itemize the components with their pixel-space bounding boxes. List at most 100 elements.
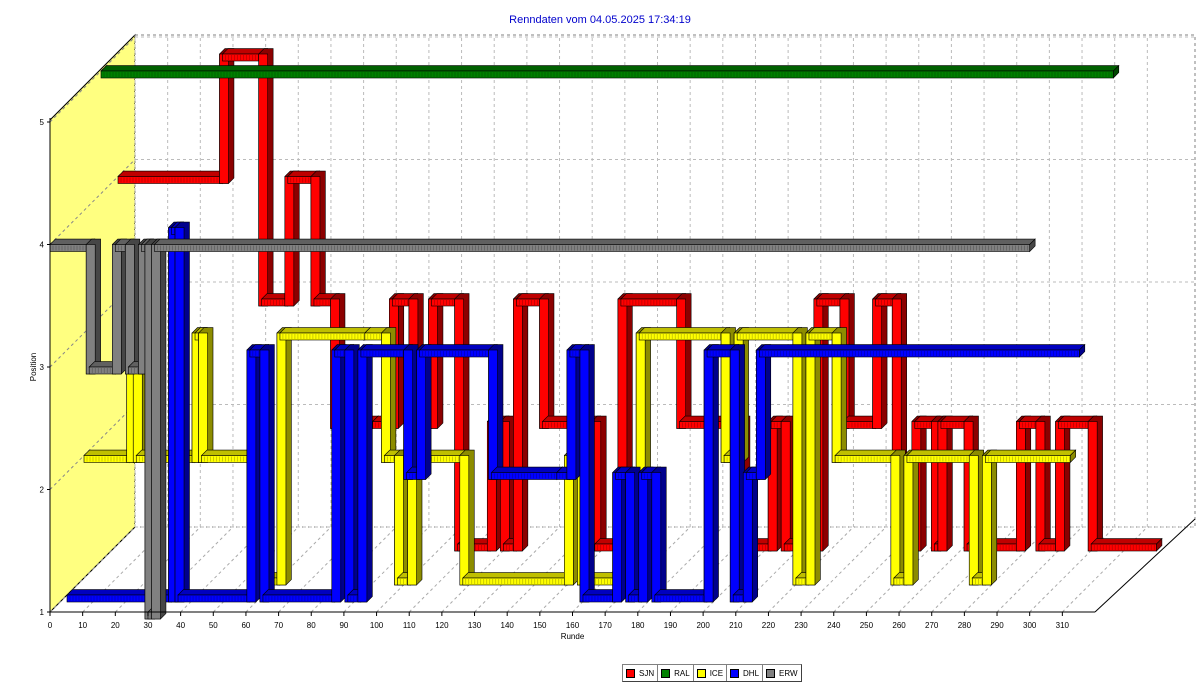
step-segment-top: [638, 327, 731, 334]
step-segment-top: [620, 293, 686, 300]
step-riser: [459, 455, 470, 586]
step-segment: [88, 366, 116, 375]
step-segment-top: [177, 589, 257, 596]
step-riser: [703, 349, 714, 603]
legend-item-ral: RAL: [658, 665, 694, 681]
step-segment-top: [279, 327, 372, 334]
step-segment: [906, 455, 973, 463]
legend-swatch: [626, 668, 635, 678]
step-segment: [100, 70, 1114, 79]
x-tick-label: 280: [958, 621, 972, 630]
step-riser: [937, 421, 948, 552]
step-segment-top: [906, 449, 979, 456]
step-segment: [287, 176, 315, 184]
step-riser: [968, 455, 979, 586]
step-segment: [842, 421, 876, 429]
y-tick-label: 2: [40, 486, 45, 495]
legend-label: RAL: [674, 668, 690, 678]
step-riser: [259, 349, 270, 603]
y-axis-label: Position: [29, 353, 38, 381]
x-tick-label: 250: [860, 621, 874, 630]
legend-swatch: [730, 668, 740, 678]
step-riser: [792, 332, 803, 586]
step-riser: [331, 349, 342, 603]
step-riser: [612, 472, 622, 603]
step-riser: [513, 298, 523, 552]
step-segment: [816, 298, 844, 307]
step-riser: [151, 244, 161, 620]
x-tick-label: 10: [78, 621, 87, 630]
chart-plot: 0 10 20 30 40 50 60 70 80 90 100 110 120 130 140 150 160…: [29, 33, 1196, 641]
step-segment-top: [984, 449, 1077, 456]
legend-label: ICE: [709, 668, 724, 678]
x-tick-label: 30: [144, 621, 153, 630]
x-tick-label: 0: [48, 621, 53, 630]
legend-label: DHL: [743, 668, 760, 678]
step-riser: [416, 349, 426, 480]
floor-right-edge: [1094, 518, 1196, 613]
step-segment-top: [758, 344, 1086, 351]
step-segment-top: [262, 589, 341, 596]
step-riser: [394, 455, 404, 586]
step-riser: [566, 349, 577, 480]
x-tick-label: 50: [209, 621, 218, 630]
step-riser: [780, 421, 791, 552]
step-riser: [1087, 421, 1098, 552]
step-segment-top: [117, 170, 229, 177]
step-segment: [940, 421, 968, 429]
x-tick-label: 310: [1056, 621, 1070, 630]
x-tick-label: 220: [762, 621, 776, 630]
x-tick-label: 20: [111, 621, 120, 630]
step-riser: [729, 349, 740, 603]
x-tick-label: 170: [598, 621, 612, 630]
x-tick-label: 160: [566, 621, 580, 630]
step-riser: [805, 332, 816, 586]
step-riser: [872, 298, 882, 429]
x-tick-label: 90: [339, 621, 348, 630]
legend-swatch: [766, 668, 776, 678]
step-riser: [625, 472, 635, 603]
step-riser: [344, 349, 355, 603]
legend-label: ERW: [779, 668, 798, 678]
step-segment: [462, 577, 568, 586]
step-segment-top: [418, 344, 498, 351]
step-riser: [651, 472, 662, 603]
step-riser: [246, 349, 257, 603]
step-segment-top: [490, 466, 564, 473]
x-tick-label: 300: [1023, 621, 1037, 630]
x-tick-label: 120: [435, 621, 449, 630]
legend-item-dhl: DHL: [727, 665, 764, 681]
legend-swatch: [696, 668, 706, 678]
legend-swatch: [661, 668, 671, 678]
step-riser: [539, 298, 549, 429]
x-tick-label: 140: [501, 621, 515, 630]
x-tick-label: 240: [827, 621, 841, 630]
step-riser: [982, 455, 992, 586]
x-axis-label: Runde: [561, 632, 585, 641]
step-riser: [1055, 421, 1065, 552]
x-tick-label: 270: [925, 621, 939, 630]
step-riser: [174, 227, 185, 603]
x-tick-label: 80: [307, 621, 316, 630]
step-segment: [431, 298, 458, 307]
step-riser: [125, 244, 135, 375]
step-riser: [258, 53, 268, 307]
x-tick-label: 40: [176, 621, 185, 630]
x-tick-label: 200: [696, 621, 710, 630]
legend-label: SJN: [639, 668, 655, 678]
step-segment: [1058, 421, 1092, 429]
step-riser: [579, 349, 590, 603]
y-tick-label: 3: [40, 363, 45, 372]
y-tick-label: 1: [40, 608, 45, 617]
step-segment: [117, 176, 223, 184]
step-segment: [706, 349, 734, 358]
legend-item-erw: ERW: [763, 665, 801, 681]
legend-item-ice: ICE: [694, 665, 728, 681]
step-segment-top: [153, 238, 1036, 245]
y-tick-label: 5: [40, 118, 45, 127]
step-segment: [654, 594, 708, 603]
x-tick-label: 230: [794, 621, 808, 630]
step-riser: [638, 472, 649, 603]
step-riser: [403, 349, 413, 480]
step-riser: [276, 332, 287, 586]
